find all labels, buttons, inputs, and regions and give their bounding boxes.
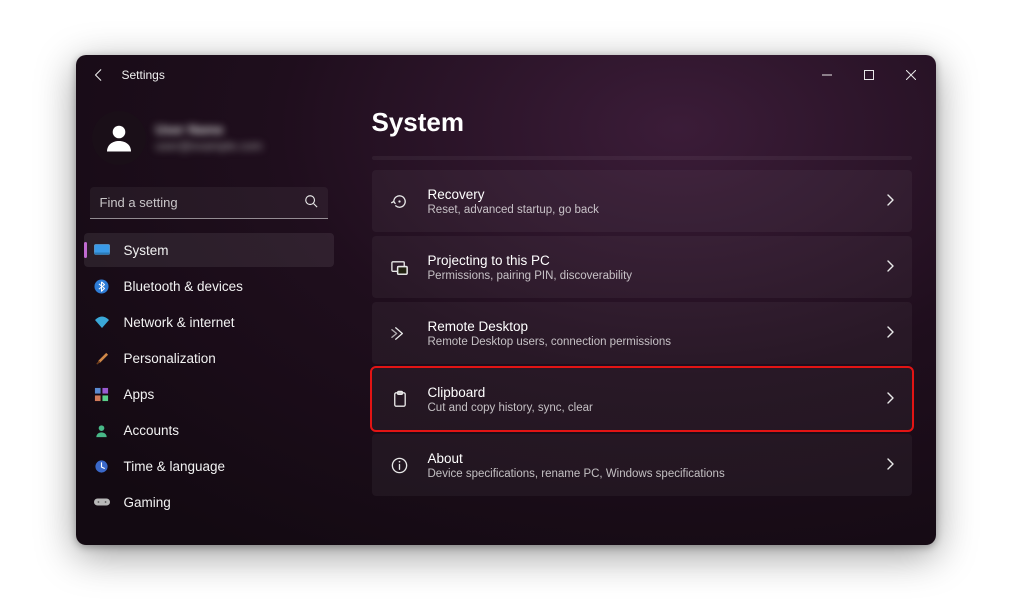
chevron-right-icon bbox=[886, 193, 894, 209]
row-recovery[interactable]: Recovery Reset, advanced startup, go bac… bbox=[372, 170, 912, 232]
row-desc: Reset, advanced startup, go back bbox=[428, 204, 868, 216]
content-area: User Name user@example.com System bbox=[76, 95, 936, 545]
row-about[interactable]: About Device specifications, rename PC, … bbox=[372, 434, 912, 496]
sidebar-nav: System Bluetooth & devices Network & int… bbox=[84, 233, 334, 519]
row-text: Recovery Reset, advanced startup, go bac… bbox=[428, 187, 868, 216]
minimize-button[interactable] bbox=[806, 59, 848, 91]
bluetooth-icon bbox=[94, 278, 110, 294]
page-title: System bbox=[372, 107, 912, 138]
sidebar-item-gaming[interactable]: Gaming bbox=[84, 485, 334, 519]
row-title: Recovery bbox=[428, 187, 868, 202]
row-desc: Device specifications, rename PC, Window… bbox=[428, 468, 868, 480]
row-text: About Device specifications, rename PC, … bbox=[428, 451, 868, 480]
titlebar: Settings bbox=[76, 55, 936, 95]
row-desc: Remote Desktop users, connection permiss… bbox=[428, 336, 868, 348]
profile-block[interactable]: User Name user@example.com bbox=[84, 95, 334, 179]
apps-icon bbox=[94, 386, 110, 402]
sidebar-item-personalization[interactable]: Personalization bbox=[84, 341, 334, 375]
row-projecting[interactable]: Projecting to this PC Permissions, pairi… bbox=[372, 236, 912, 298]
row-title: About bbox=[428, 451, 868, 466]
sidebar-item-time-language[interactable]: Time & language bbox=[84, 449, 334, 483]
scroll-indicator bbox=[372, 156, 912, 160]
search-input[interactable] bbox=[90, 187, 328, 219]
sidebar-item-label: Personalization bbox=[124, 351, 216, 366]
row-desc: Cut and copy history, sync, clear bbox=[428, 402, 868, 414]
row-title: Clipboard bbox=[428, 385, 868, 400]
sidebar-item-label: Gaming bbox=[124, 495, 171, 510]
chevron-right-icon bbox=[886, 325, 894, 341]
settings-window: Settings User Name user@example.com bbox=[76, 55, 936, 545]
sidebar-item-label: Accounts bbox=[124, 423, 180, 438]
wifi-icon bbox=[94, 314, 110, 330]
clipboard-icon bbox=[390, 389, 410, 409]
row-title: Projecting to this PC bbox=[428, 253, 868, 268]
sidebar: User Name user@example.com System bbox=[76, 95, 342, 545]
chevron-right-icon bbox=[886, 259, 894, 275]
projecting-icon bbox=[390, 257, 410, 277]
recovery-icon bbox=[390, 191, 410, 211]
row-desc: Permissions, pairing PIN, discoverabilit… bbox=[428, 270, 868, 282]
search-wrap bbox=[90, 187, 328, 219]
row-text: Remote Desktop Remote Desktop users, con… bbox=[428, 319, 868, 348]
sidebar-item-accounts[interactable]: Accounts bbox=[84, 413, 334, 447]
sidebar-item-label: Apps bbox=[124, 387, 155, 402]
sidebar-item-apps[interactable]: Apps bbox=[84, 377, 334, 411]
maximize-button[interactable] bbox=[848, 59, 890, 91]
main-panel: System Recovery Reset, advanced startup,… bbox=[342, 95, 936, 545]
chevron-right-icon bbox=[886, 457, 894, 473]
sidebar-item-network[interactable]: Network & internet bbox=[84, 305, 334, 339]
sidebar-item-label: Time & language bbox=[124, 459, 226, 474]
row-clipboard[interactable]: Clipboard Cut and copy history, sync, cl… bbox=[372, 368, 912, 430]
row-text: Clipboard Cut and copy history, sync, cl… bbox=[428, 385, 868, 414]
gaming-icon bbox=[94, 494, 110, 510]
sidebar-item-label: System bbox=[124, 243, 169, 258]
sidebar-item-system[interactable]: System bbox=[84, 233, 334, 267]
sidebar-item-bluetooth[interactable]: Bluetooth & devices bbox=[84, 269, 334, 303]
person-icon bbox=[94, 422, 110, 438]
row-remote-desktop[interactable]: Remote Desktop Remote Desktop users, con… bbox=[372, 302, 912, 364]
display-icon bbox=[94, 242, 110, 258]
profile-name: User Name bbox=[156, 122, 263, 139]
avatar bbox=[92, 111, 146, 165]
chevron-right-icon bbox=[886, 391, 894, 407]
window-controls bbox=[806, 59, 932, 91]
profile-email: user@example.com bbox=[156, 139, 263, 155]
profile-text: User Name user@example.com bbox=[156, 122, 263, 154]
close-button[interactable] bbox=[890, 59, 932, 91]
row-text: Projecting to this PC Permissions, pairi… bbox=[428, 253, 868, 282]
info-icon bbox=[390, 455, 410, 475]
settings-list: Recovery Reset, advanced startup, go bac… bbox=[372, 170, 912, 496]
remote-desktop-icon bbox=[390, 323, 410, 343]
sidebar-item-label: Bluetooth & devices bbox=[124, 279, 243, 294]
row-title: Remote Desktop bbox=[428, 319, 868, 334]
sidebar-item-label: Network & internet bbox=[124, 315, 235, 330]
back-button[interactable] bbox=[90, 66, 108, 84]
window-title: Settings bbox=[122, 68, 806, 82]
brush-icon bbox=[94, 350, 110, 366]
search-icon bbox=[304, 194, 318, 213]
clock-globe-icon bbox=[94, 458, 110, 474]
